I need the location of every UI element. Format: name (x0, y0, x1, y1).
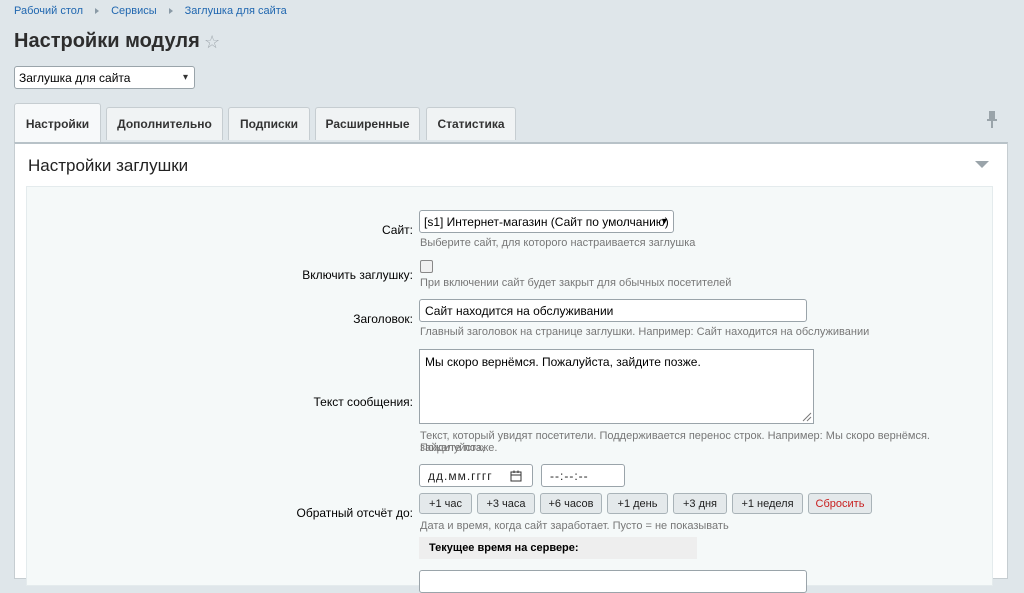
site-hint: Выберите сайт, для которого настраиваетс… (420, 237, 696, 249)
breadcrumb-separator-icon (168, 8, 173, 14)
countdown-hint: Дата и время, когда сайт заработает. Пус… (420, 520, 729, 532)
page-title: Настройки модуля (14, 30, 200, 52)
breadcrumb-item-services[interactable]: Сервисы (111, 5, 157, 17)
countdown-label: Обратный отсчёт до: (296, 506, 413, 520)
star-icon[interactable]: ☆ (204, 32, 220, 52)
heading-label: Заголовок: (353, 312, 413, 326)
pin-icon[interactable] (985, 110, 999, 130)
message-hint-line1: Текст, который увидят посетители. Поддер… (420, 430, 930, 454)
tab-advanced[interactable]: Расширенные (315, 107, 420, 140)
enable-checkbox[interactable] (420, 260, 433, 273)
time-placeholder: --:--:-- (550, 469, 589, 483)
chevron-down-icon: ▾ (182, 72, 188, 83)
message-textarea[interactable]: Мы скоро вернёмся. Пожалуйста, зайдите п… (419, 349, 814, 424)
add-1-week-button[interactable]: +1 неделя (732, 493, 803, 514)
section-title: Настройки заглушки (28, 156, 189, 175)
enable-label: Включить заглушку: (302, 268, 413, 282)
message-text: Мы скоро вернёмся. Пожалуйста, зайдите п… (425, 355, 701, 369)
tab-settings[interactable]: Настройки (14, 103, 101, 143)
message-hint-line2: зайдите позже. (420, 442, 498, 454)
resize-handle-icon[interactable] (802, 412, 812, 422)
add-1-day-button[interactable]: +1 день (607, 493, 668, 514)
calendar-icon[interactable] (510, 470, 522, 482)
breadcrumb-separator-icon (95, 8, 100, 14)
module-select-value: Заглушка для сайта (19, 71, 131, 85)
site-select-value: [s1] Интернет-магазин (Сайт по умолчанию… (424, 215, 669, 229)
enable-hint: При включении сайт будет закрыт для обыч… (420, 277, 732, 289)
reset-countdown-button[interactable]: Сбросить (808, 493, 872, 514)
tab-bar: Настройки Дополнительно Подписки Расшире… (14, 103, 1008, 143)
add-6-hours-button[interactable]: +6 часов (540, 493, 602, 514)
heading-input[interactable]: Сайт находится на обслуживании (419, 299, 807, 322)
breadcrumb-item-stub[interactable]: Заглушка для сайта (185, 5, 287, 17)
countdown-time-input[interactable]: --:--:-- (541, 464, 625, 487)
module-select[interactable]: Заглушка для сайта ▾ (14, 66, 195, 89)
next-field-input[interactable] (419, 570, 807, 593)
add-3-days-button[interactable]: +3 дня (673, 493, 727, 514)
tab-subscriptions[interactable]: Подписки (228, 107, 310, 140)
add-1-hour-button[interactable]: +1 час (419, 493, 472, 514)
message-label: Текст сообщения: (313, 395, 413, 409)
collapse-icon[interactable] (975, 161, 989, 168)
add-3-hours-button[interactable]: +3 часа (477, 493, 535, 514)
tab-statistics[interactable]: Статистика (426, 107, 516, 140)
breadcrumb: Рабочий стол Сервисы Заглушка для сайта (14, 5, 287, 17)
site-select[interactable]: [s1] Интернет-магазин (Сайт по умолчанию… (419, 210, 674, 233)
tab-additional[interactable]: Дополнительно (106, 107, 223, 140)
settings-form: Сайт: [s1] Интернет-магазин (Сайт по умо… (26, 186, 993, 593)
heading-hint: Главный заголовок на странице заглушки. … (420, 326, 870, 338)
breadcrumb-item-desktop[interactable]: Рабочий стол (14, 5, 83, 17)
chevron-down-icon: ▾ (661, 216, 667, 227)
server-time-box: Текущее время на сервере: (419, 537, 697, 559)
settings-panel: Настройки заглушки Сайт: [s1] Интернет-м… (14, 142, 1008, 593)
date-placeholder: дд.мм.гггг (428, 469, 493, 483)
countdown-date-input[interactable]: дд.мм.гггг (419, 464, 533, 487)
server-time-label: Текущее время на сервере: (429, 542, 579, 554)
site-label: Сайт: (381, 223, 413, 237)
